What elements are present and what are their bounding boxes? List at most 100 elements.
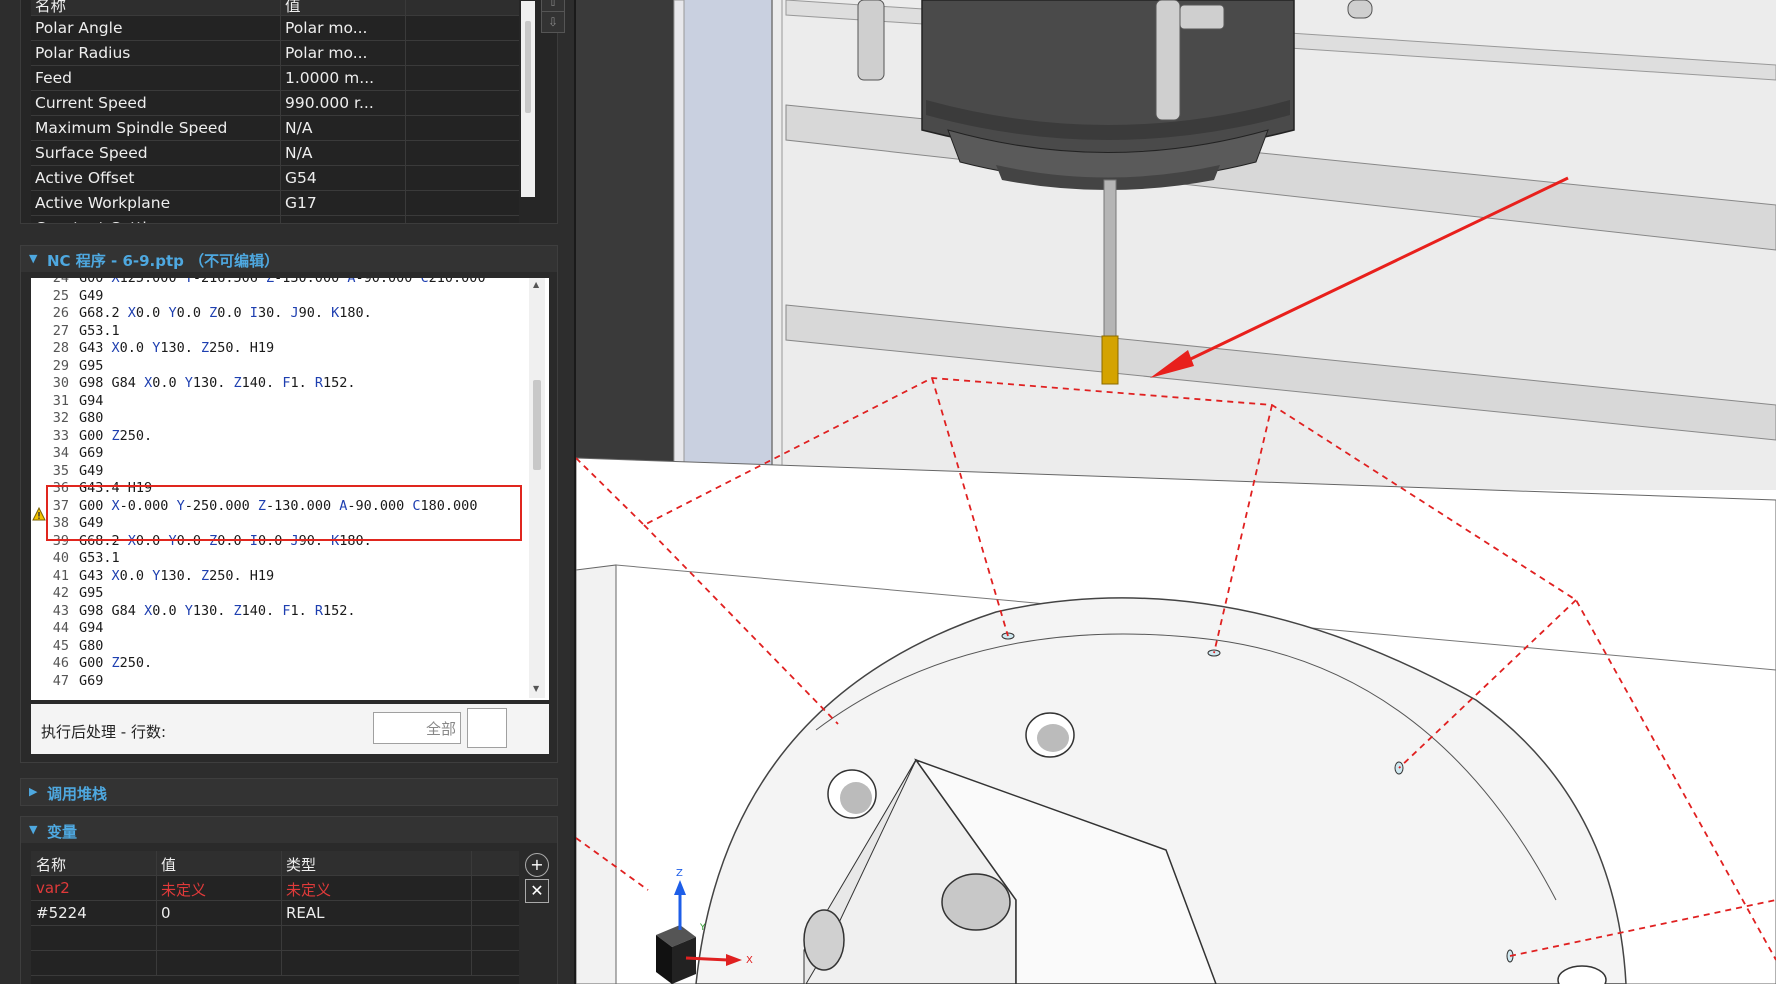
- property-value: 990.000 r...: [285, 94, 374, 112]
- variable-row[interactable]: #5224 0 REAL: [31, 901, 519, 926]
- line-number: 42: [52, 585, 69, 601]
- properties-header-row: 名称 值: [31, 0, 519, 16]
- code-line[interactable]: 27 G53.1: [31, 323, 531, 341]
- scroll-down-icon[interactable]: ▼: [533, 684, 539, 693]
- code-scroll-thumb[interactable]: [533, 380, 541, 470]
- variable-name: #5224: [36, 904, 87, 922]
- variable-name: var2: [36, 879, 70, 897]
- line-count-input[interactable]: 全部: [373, 712, 461, 744]
- axis-x-label: X: [746, 955, 753, 966]
- property-value: N/A: [285, 119, 313, 137]
- line-number: 34: [52, 445, 69, 461]
- post-process-label: 执行后处理 - 行数:: [41, 723, 167, 741]
- code-line[interactable]: 41 G43 X0.0 Y130. Z250. H19: [31, 568, 531, 586]
- code-text: G49: [79, 462, 104, 479]
- code-line[interactable]: 43 G98 G84 X0.0 Y130. Z140. F1. R152.: [31, 603, 531, 621]
- code-scrollbar[interactable]: ▲ ▼: [529, 278, 545, 698]
- code-line[interactable]: 44 G94: [31, 620, 531, 638]
- properties-scroll-thumb[interactable]: [525, 21, 531, 113]
- code-text: G00 X125.000 Y-216.506 Z-130.000 A-90.00…: [79, 278, 486, 286]
- variables-panel: 名称 值 类型 var2 未定义 未定义 #5224 0 REAL + ✕: [20, 843, 558, 984]
- property-row[interactable]: Surface Speed N/A: [31, 141, 519, 166]
- property-row[interactable]: Active Offset G54: [31, 166, 519, 191]
- line-number: 32: [52, 410, 69, 426]
- code-text: G95: [79, 585, 104, 601]
- code-text: G94: [79, 620, 104, 636]
- line-number: 45: [52, 637, 69, 654]
- variable-type: 未定义: [286, 881, 332, 899]
- code-line[interactable]: 32 G80: [31, 410, 531, 428]
- property-name: Current Speed: [35, 94, 147, 112]
- line-number: 28: [52, 340, 69, 356]
- variable-type: REAL: [286, 904, 325, 922]
- line-number: 25: [52, 287, 69, 304]
- code-line[interactable]: 31 G94: [31, 393, 531, 411]
- delete-variable-icon[interactable]: ✕: [525, 879, 549, 903]
- 3d-viewport[interactable]: Z X Y: [576, 0, 1776, 984]
- code-line[interactable]: 30 G98 G84 X0.0 Y130. Z140. F1. R152.: [31, 375, 531, 393]
- var-header-type: 类型: [286, 856, 317, 874]
- line-number: 40: [52, 550, 69, 566]
- code-text: G80: [79, 637, 104, 654]
- nc-program-header[interactable]: ▼ NC 程序 - 6-9.ptp （不可编辑）: [20, 245, 558, 273]
- property-value: 1.0000 m...: [285, 69, 375, 87]
- properties-panel: 名称 值 Polar Angle Polar mo... Polar Radius P…: [20, 0, 565, 224]
- property-name: Active Workplane: [35, 194, 171, 212]
- variable-row[interactable]: [31, 951, 519, 976]
- code-line[interactable]: 42 G95: [31, 585, 531, 603]
- code-text: G98 G84 X0.0 Y130. Z140. F1. R152.: [79, 602, 356, 619]
- code-line[interactable]: 45 G80: [31, 638, 531, 656]
- properties-table: 名称 值 Polar Angle Polar mo... Polar Radius P…: [31, 0, 519, 223]
- post-process-bar: 执行后处理 - 行数: 全部: [31, 704, 549, 754]
- line-number: 47: [52, 672, 69, 689]
- add-variable-icon[interactable]: +: [525, 853, 549, 877]
- property-row[interactable]: Polar Radius Polar mo...: [31, 41, 519, 66]
- property-name: Polar Angle: [35, 19, 123, 37]
- properties-header-value: 值: [285, 0, 301, 15]
- code-text: G00 Z250.: [79, 427, 153, 444]
- property-value: G54: [285, 169, 317, 187]
- properties-scrollbar[interactable]: [521, 1, 535, 197]
- call-stack-title: 调用堆栈: [47, 785, 108, 803]
- code-text: G80: [79, 410, 104, 426]
- code-line[interactable]: 40 G53.1: [31, 550, 531, 568]
- variable-row[interactable]: var2 未定义 未定义: [31, 876, 519, 901]
- code-line[interactable]: 35 G49: [31, 463, 531, 481]
- property-value: Polar mo...: [285, 44, 368, 62]
- code-text: G69: [79, 445, 104, 461]
- code-line[interactable]: 24 G00 X125.000 Y-216.506 Z-130.000 A-90.…: [31, 278, 531, 288]
- code-line[interactable]: 25 G49: [31, 288, 531, 306]
- property-name: Maximum Spindle Speed: [35, 119, 228, 137]
- property-row[interactable]: Active Workplane G17: [31, 191, 519, 216]
- expand-triangle-icon: ▶: [29, 785, 38, 798]
- code-line[interactable]: 47 G69: [31, 673, 531, 691]
- line-number: 35: [52, 462, 69, 479]
- code-line[interactable]: 29 G95: [31, 358, 531, 376]
- axis-y-label: Y: [699, 923, 706, 933]
- variables-title: 变量: [47, 823, 78, 841]
- warning-icon: [32, 507, 46, 521]
- axis-z-label: Z: [676, 868, 683, 879]
- code-line[interactable]: 33 G00 Z250.: [31, 428, 531, 446]
- run-post-button[interactable]: [467, 708, 507, 748]
- property-row[interactable]: Feed 1.0000 m...: [31, 66, 519, 91]
- scene: Z X Y: [576, 0, 1776, 984]
- property-value: Polar mo...: [285, 19, 368, 37]
- code-line[interactable]: 28 G43 X0.0 Y130. Z250. H19: [31, 340, 531, 358]
- variable-row[interactable]: [31, 926, 519, 951]
- scroll-up-icon[interactable]: ▲: [533, 280, 539, 289]
- code-line[interactable]: 26 G68.2 X0.0 Y0.0 Z0.0 I30. J90. K180.: [31, 305, 531, 323]
- code-line[interactable]: 46 G00 Z250.: [31, 655, 531, 673]
- property-row[interactable]: Maximum Spindle Speed N/A: [31, 116, 519, 141]
- property-value: G17: [285, 194, 317, 212]
- code-line[interactable]: 34 G69: [31, 445, 531, 463]
- variables-header[interactable]: ▼ 变量: [20, 816, 558, 844]
- property-row[interactable]: Constant Cutting: [31, 216, 519, 223]
- call-stack-header[interactable]: ▶ 调用堆栈: [20, 778, 558, 806]
- property-row[interactable]: Polar Angle Polar mo...: [31, 16, 519, 41]
- line-number: 43: [52, 602, 69, 619]
- property-row[interactable]: Current Speed 990.000 r...: [31, 91, 519, 116]
- enclosure-dark-edge: [576, 0, 676, 470]
- move-down-button[interactable]: ⇩: [541, 11, 565, 33]
- line-number: 24: [52, 278, 69, 286]
